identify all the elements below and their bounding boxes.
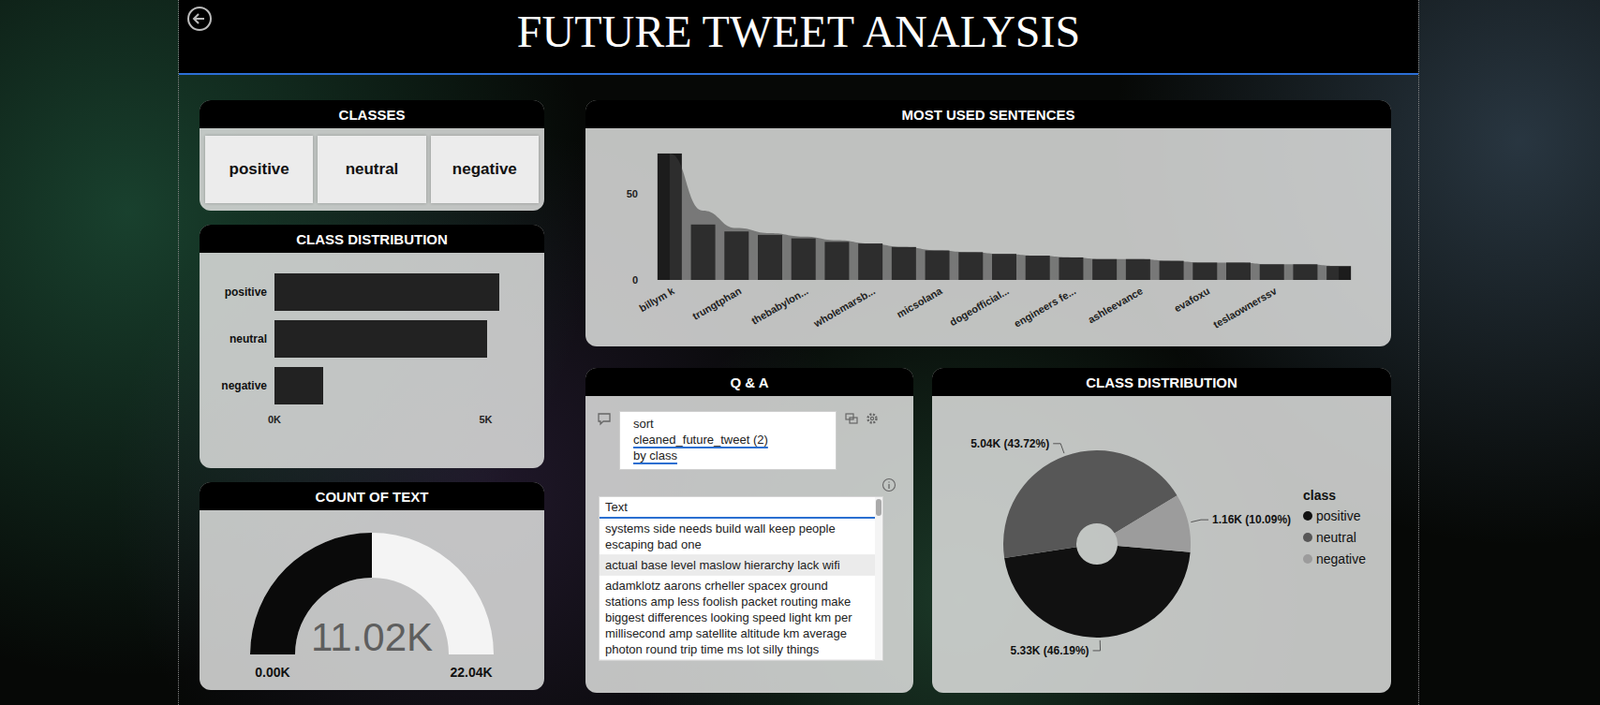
x-label: billym k [637,284,677,314]
left-column: CLASSESpositiveneutralnegativeCLASS DIST… [199,100,545,694]
y-tick: 50 [626,188,638,200]
back-arrow-icon[interactable] [186,5,213,32]
gauge-max: 22.04K [449,665,492,681]
panel-title: MOST USED SENTENCES [585,100,1392,129]
slicer-tile[interactable]: neutral [317,135,426,204]
bar-row: negative [208,367,507,405]
classes-slicer: CLASSESpositiveneutralnegative [199,100,545,211]
x-label: evafoxu [1171,284,1212,314]
query-tools [844,411,880,427]
report-title: FUTURE TWEET ANALYSIS [517,5,1081,69]
convert-visual-icon[interactable] [844,411,860,427]
count-gauge: COUNT OF TEXT 11.02K 0.00K 22.04K [199,482,545,691]
report-header: FUTURE TWEET ANALYSIS [178,0,1419,75]
x-label: teslaownerssv [1211,284,1279,331]
dashboard-page: FUTURE TWEET ANALYSISCLASSESpositiveneut… [0,0,1600,705]
table-header: Text [599,497,875,519]
table-row[interactable]: adamklotz aarons crheller spacex ground … [599,576,875,661]
chat-icon [596,411,612,427]
bar-chart-body: positive neutral negative 0K 5K [199,252,545,431]
bar-track [274,273,507,312]
query-term: by class [633,447,823,464]
leader-line [1052,444,1065,454]
right-column: MOST USED SENTENCES 0 50 billym k trungtphan… [585,100,1392,694]
bar[interactable] [274,367,324,405]
leader-line [1093,640,1101,652]
info-icon[interactable] [881,477,897,493]
slicer-tiles: positiveneutralnegative [199,128,545,211]
panel-title: CLASS DISTRIBUTION [932,368,1392,397]
gauge-value: 11.02K [311,615,433,660]
gear-icon[interactable] [864,411,880,427]
bar-row: neutral [208,320,507,358]
class-bar-chart: CLASS DISTRIBUTION positive neutral negativ… [199,224,545,469]
query-term: sort [633,415,823,432]
bottom-row: Q & Asortcleaned_future_tweet (2)by clas… [585,368,1392,694]
gauge-chart: 11.02K 0.00K 22.04K [212,514,532,685]
panel-title: COUNT OF TEXT [199,482,545,511]
area-series [669,153,1339,281]
table-row[interactable]: systems side needs build wall keep peopl… [599,518,875,556]
y-tick: 0 [632,274,638,286]
x-label: dogeofficial... [948,284,1011,328]
leader-line [1190,519,1209,522]
axis-tick: 5K [478,414,492,426]
legend-item[interactable]: neutral [1303,530,1366,546]
donut-slice[interactable] [1004,546,1190,638]
legend-title: class [1303,488,1366,504]
x-label: wholemarsb... [811,284,877,330]
combo-chart: 0 50 billym k trungtphanthebabylon...wholem… [594,130,1382,346]
result-table: Textsystems side needs build wall keep p… [598,496,884,662]
bar-axis: 0K 5K [208,414,507,431]
query-row: sortcleaned_future_tweet (2)by class [596,411,901,471]
visuals-grid: CLASSESpositiveneutralnegativeCLASS DIST… [178,74,1419,694]
gauge-min: 0.00K [254,665,290,681]
donut-slice[interactable] [1114,495,1191,553]
scroll-thumb[interactable] [875,499,882,517]
legend-item[interactable]: negative [1303,551,1366,567]
slicer-tile[interactable]: negative [430,135,539,204]
bar-label: positive [208,285,267,299]
axis-tick: 0K [267,414,282,426]
x-label: trungtphan [690,284,744,323]
slicer-tile[interactable]: positive [205,135,313,204]
report-canvas: FUTURE TWEET ANALYSISCLASSESpositiveneut… [177,0,1420,705]
legend-dot [1303,533,1313,543]
legend-dot [1303,554,1313,564]
qa-body: sortcleaned_future_tweet (2)by class Text… [585,396,914,669]
x-label: micsolana [894,284,945,321]
slice-label: 5.33K (46.19%) [1010,644,1090,658]
slice-label: 5.04K (43.72%) [970,437,1050,451]
bar-row: positive [208,273,507,312]
panel-title: CLASSES [199,100,545,129]
bar[interactable] [274,320,488,358]
class-donut-chart: CLASS DISTRIBUTION 5.33K (46.19%) 5.04K (4… [932,368,1392,694]
x-label: ashleevance [1085,284,1145,326]
donut-chart: 5.33K (46.19%) 5.04K (43.72%) 1.16K (10.09… [937,405,1304,678]
bar-label: neutral [208,332,267,346]
table-row[interactable]: actual base level maslow hierarchy lack … [599,555,875,577]
info-row [596,470,901,497]
x-label: thebabylon... [749,284,811,326]
legend-dot [1303,511,1313,521]
bar-track [274,367,507,405]
query-term: cleaned_future_tweet (2) [633,431,823,448]
bar-label: negative [208,379,267,393]
donut-body: 5.33K (46.19%) 5.04K (43.72%) 1.16K (10.09… [932,396,1392,678]
panel-title: Q & A [585,368,914,397]
x-label: engineers fe... [1011,284,1078,329]
legend: class positive neutral negative [1303,405,1366,574]
slice-label: 1.16K (10.09%) [1212,513,1291,527]
query-input[interactable]: sortcleaned_future_tweet (2)by class [619,411,837,471]
sentences-chart: MOST USED SENTENCES 0 50 billym k trungtphan… [585,100,1392,347]
scrollbar[interactable] [874,497,883,661]
bar[interactable] [274,273,500,312]
panel-title: CLASS DISTRIBUTION [199,224,545,253]
legend-item[interactable]: positive [1303,508,1366,524]
qa-visual: Q & Asortcleaned_future_tweet (2)by clas… [585,368,914,694]
bar-track [274,320,507,358]
